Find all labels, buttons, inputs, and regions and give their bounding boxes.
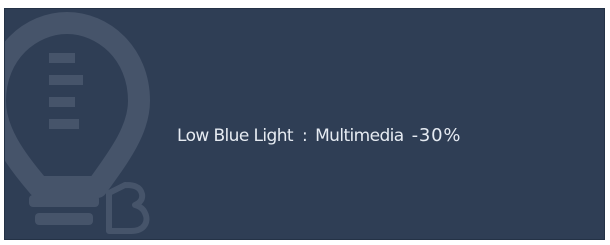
separator: : xyxy=(301,126,308,146)
mode-label: Multimedia xyxy=(315,126,404,146)
reduction-value: -30% xyxy=(411,125,462,146)
feature-label: Low Blue Light xyxy=(177,126,294,146)
low-blue-light-status: Low Blue Light: Multimedia -30% xyxy=(177,125,461,146)
bulb-b-logo-icon xyxy=(5,12,150,234)
osd-panel: Low Blue Light: Multimedia -30% xyxy=(4,8,605,240)
